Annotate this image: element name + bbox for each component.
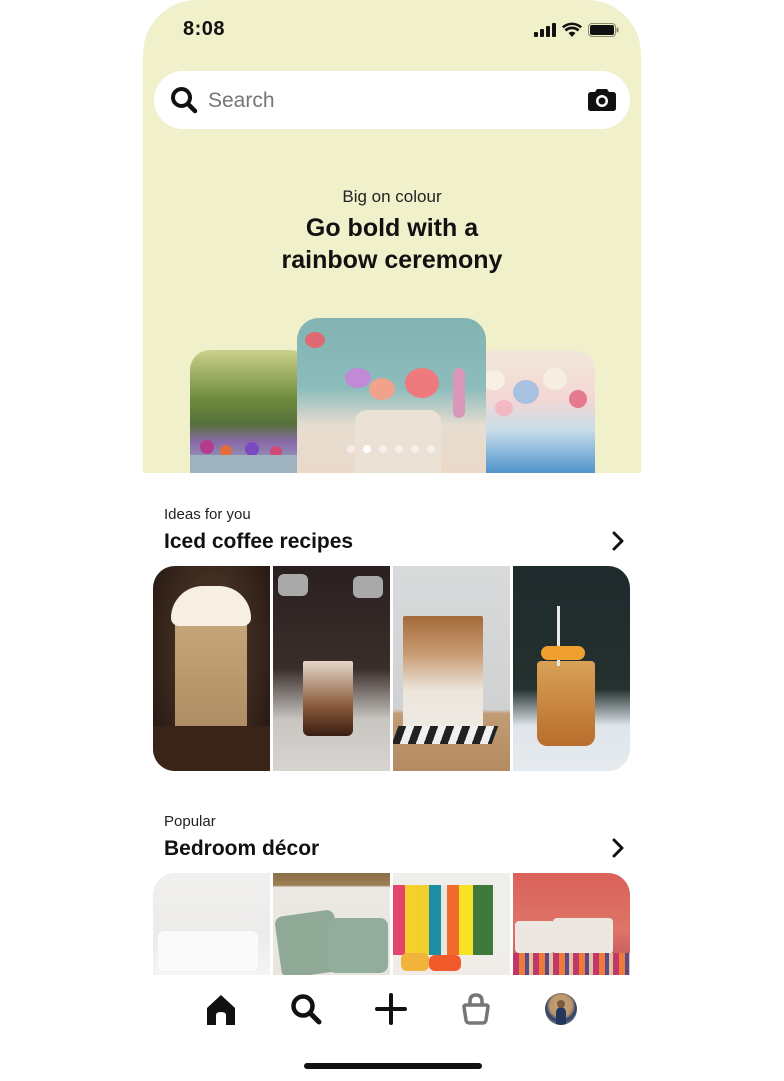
section-subtitle: Popular <box>164 813 216 830</box>
hero-image-left[interactable] <box>190 350 310 473</box>
pin-white-bedroom[interactable] <box>153 873 270 975</box>
pin-green-pillows[interactable] <box>273 873 390 975</box>
search-icon <box>171 87 198 114</box>
section-bedroom-decor: Popular Bedroom décor <box>143 800 641 975</box>
battery-icon <box>588 22 619 37</box>
nav-create[interactable] <box>371 989 411 1029</box>
carousel-dot[interactable] <box>347 445 355 453</box>
home-indicator[interactable] <box>304 1063 482 1069</box>
pin-iced-tea-with-orange[interactable] <box>513 566 630 771</box>
pin-grid <box>153 873 630 975</box>
section-subtitle: Ideas for you <box>164 506 251 523</box>
section-title[interactable]: Bedroom décor <box>164 837 319 861</box>
plus-icon <box>375 993 407 1025</box>
hero-headline: Go bold with a rainbow ceremony <box>143 212 641 276</box>
carousel-dot[interactable] <box>411 445 419 453</box>
hero-kicker: Big on colour <box>342 187 442 206</box>
status-time: 8:08 <box>183 18 226 40</box>
camera-icon[interactable] <box>588 87 616 111</box>
search-input[interactable] <box>206 83 570 119</box>
hero-headline-line1: Go bold with a <box>305 214 479 242</box>
pin-iced-latte-on-coaster[interactable] <box>393 566 510 771</box>
pin-red-wall-striped-bedding[interactable] <box>513 873 630 975</box>
hero-banner[interactable]: 8:08 Big on colour Go bold with a rainbo… <box>143 0 641 473</box>
phone-screen: 8:08 Big on colour Go bold with a rainbo… <box>143 0 641 1081</box>
avatar <box>545 993 577 1025</box>
carousel-dot-active[interactable] <box>363 445 371 453</box>
carousel-dot[interactable] <box>395 445 403 453</box>
nav-shop[interactable] <box>456 989 496 1029</box>
pin-grid <box>153 566 630 771</box>
search-bar[interactable] <box>154 71 630 129</box>
pin-rainbow-headboard[interactable] <box>393 873 510 975</box>
hero-image-right[interactable] <box>473 350 595 473</box>
carousel-dot[interactable] <box>379 445 387 453</box>
section-title[interactable]: Iced coffee recipes <box>164 530 353 554</box>
chevron-right-icon[interactable] <box>611 838 625 858</box>
home-icon <box>207 995 235 1025</box>
wifi-icon <box>562 22 582 37</box>
nav-home[interactable] <box>201 989 241 1029</box>
status-bar: 8:08 <box>143 18 641 44</box>
nav-profile[interactable] <box>541 989 581 1029</box>
carousel-dot[interactable] <box>427 445 435 453</box>
pin-milk-pour-iced-coffee[interactable] <box>273 566 390 771</box>
section-iced-coffee: Ideas for you Iced coffee recipes <box>143 473 641 793</box>
carousel-indicator <box>347 445 435 453</box>
nav-search[interactable] <box>286 989 326 1029</box>
shopping-bag-icon <box>462 993 490 1025</box>
chevron-right-icon[interactable] <box>611 531 625 551</box>
pin-caramel-iced-latte[interactable] <box>153 566 270 771</box>
hero-headline-line2: rainbow ceremony <box>281 246 503 274</box>
search-icon <box>291 994 322 1025</box>
signal-icon <box>534 22 556 37</box>
